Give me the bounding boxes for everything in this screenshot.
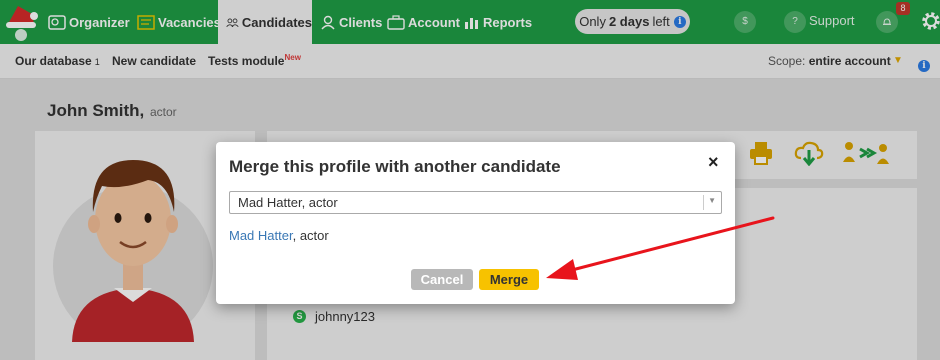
close-icon[interactable]: ×	[708, 152, 719, 173]
dialog-title: Merge this profile with another candidat…	[229, 157, 561, 176]
match-candidate-link[interactable]: Mad Hatter	[229, 228, 293, 243]
chevron-down-icon[interactable]: ▼	[708, 196, 716, 205]
select-divider	[703, 195, 704, 210]
merge-dialog: Merge this profile with another candidat…	[216, 142, 735, 304]
selected-match: Mad Hatter, actor	[229, 228, 329, 243]
cancel-button[interactable]: Cancel	[411, 269, 473, 290]
match-candidate-role: , actor	[292, 228, 329, 243]
candidate-select-value: Mad Hatter, actor	[238, 195, 338, 210]
candidate-select[interactable]: Mad Hatter, actor ▼	[229, 191, 722, 214]
merge-button[interactable]: Merge	[479, 269, 539, 290]
